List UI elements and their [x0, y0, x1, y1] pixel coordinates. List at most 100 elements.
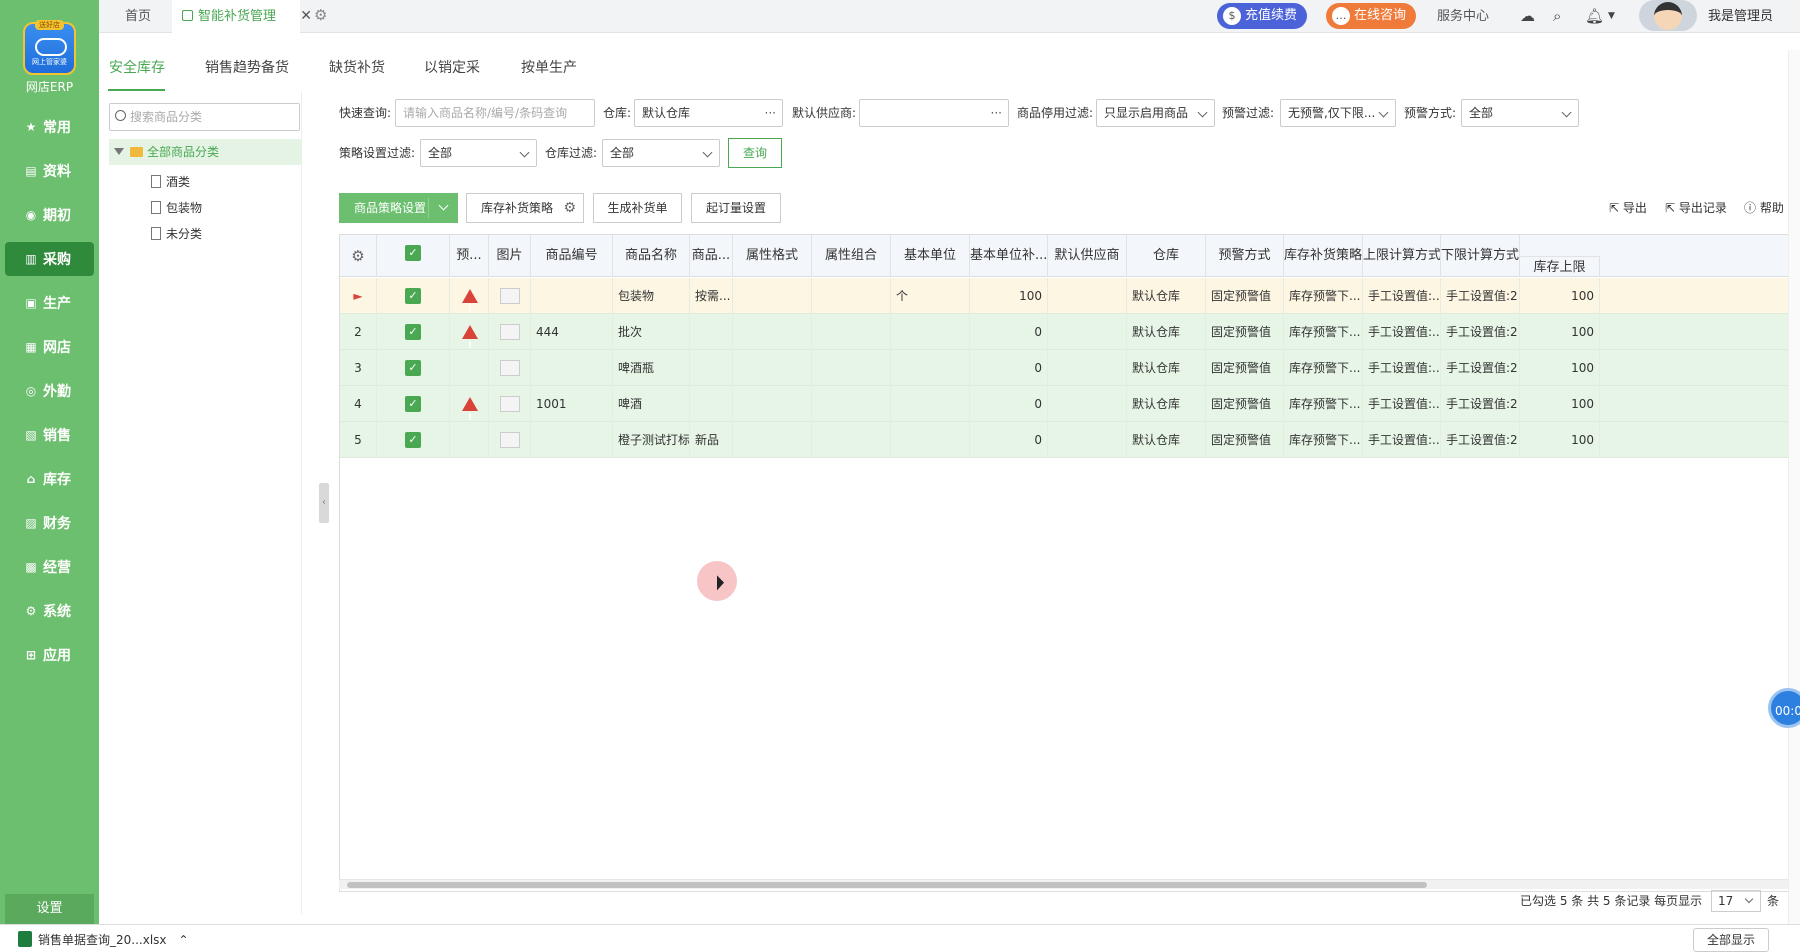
nav-item[interactable]: ⊞ 应用: [5, 638, 94, 672]
row-number[interactable]: 4: [340, 386, 377, 422]
row-checkbox[interactable]: ✓: [377, 386, 450, 422]
cell-lower[interactable]: 手工设置值:2: [1441, 350, 1520, 386]
tree-node[interactable]: 酒类: [151, 170, 190, 194]
disable-filter-select[interactable]: 只显示启用商品: [1096, 99, 1215, 127]
alert-cell[interactable]: [450, 350, 489, 386]
cell-lower[interactable]: 手工设置值:2: [1441, 386, 1520, 422]
subtab-sales-purchase[interactable]: 以销定采: [424, 57, 480, 77]
gear-icon[interactable]: ⚙: [563, 194, 576, 222]
table-row[interactable]: 4 ✓ 1001啤酒 0 默认仓库固定预警值库存预警下...手工设置值:...手工设置值…: [340, 386, 1790, 422]
col-header[interactable]: 商品编号: [531, 235, 613, 277]
cell-mode[interactable]: 固定预警值: [1206, 314, 1284, 350]
image-cell[interactable]: [489, 314, 531, 350]
min-order-button[interactable]: 起订量设置: [691, 193, 781, 223]
table-row[interactable]: ►✓包装物按需...个100默认仓库固定预警值库存预警下...手工设置值:...…: [340, 278, 1790, 314]
col-header[interactable]: 仓库: [1127, 235, 1206, 277]
image-cell[interactable]: [489, 422, 531, 458]
subtab-shortage[interactable]: 缺货补货: [329, 57, 385, 77]
cell-upper[interactable]: 手工设置值:...: [1363, 422, 1441, 458]
nav-item[interactable]: ▦ 网店: [5, 330, 94, 364]
cell-empty[interactable]: [812, 350, 891, 386]
row-number[interactable]: 5: [340, 422, 377, 458]
cell-cat[interactable]: [690, 350, 733, 386]
col-header[interactable]: 预...: [450, 235, 489, 277]
cell-strat[interactable]: 库存预警下...: [1284, 314, 1363, 350]
bell-icon[interactable]: 🔔︎: [1585, 7, 1604, 25]
chevron-down-icon[interactable]: ▼: [1608, 11, 1615, 21]
nav-item[interactable]: ◉ 期初: [5, 198, 94, 232]
col-header[interactable]: 预警方式: [1206, 235, 1284, 277]
alert-cell[interactable]: [450, 314, 489, 350]
cell-empty[interactable]: [1048, 422, 1127, 458]
cell-mode[interactable]: 固定预警值: [1206, 386, 1284, 422]
cell-empty[interactable]: [1048, 278, 1127, 314]
tree-node[interactable]: 未分类: [151, 222, 202, 246]
subtab-sales-trend[interactable]: 销售趋势备货: [205, 57, 289, 77]
recharge-button[interactable]: $ 充值续费: [1217, 3, 1308, 29]
cell-empty[interactable]: [812, 422, 891, 458]
close-icon[interactable]: ✕: [300, 0, 312, 33]
cell-empty[interactable]: [812, 386, 891, 422]
cell-upper[interactable]: 手工设置值:...: [1363, 386, 1441, 422]
cell-code[interactable]: [531, 422, 613, 458]
generate-order-button[interactable]: 生成补货单: [593, 193, 682, 223]
alert-cell[interactable]: [450, 386, 489, 422]
cell-empty[interactable]: [1048, 350, 1127, 386]
product-strategy-button[interactable]: 商品策略设置: [339, 193, 458, 223]
col-header[interactable]: 上限计算方式: [1363, 235, 1441, 277]
chevron-up-icon[interactable]: ⌃: [179, 933, 189, 947]
show-all-button[interactable]: 全部显示: [1693, 928, 1769, 952]
col-header[interactable]: 商品...: [690, 235, 733, 277]
chevron-down-icon[interactable]: [438, 200, 449, 211]
cell-empty[interactable]: [733, 278, 812, 314]
settings-button[interactable]: 设置: [5, 894, 94, 924]
cell-code[interactable]: [531, 350, 613, 386]
nav-item[interactable]: ⚙ 系统: [5, 594, 94, 628]
cell-wh[interactable]: 默认仓库: [1127, 422, 1206, 458]
cell-empty[interactable]: [733, 314, 812, 350]
cell-mode[interactable]: 固定预警值: [1206, 422, 1284, 458]
horizontal-scrollbar[interactable]: [339, 879, 1791, 889]
table-row[interactable]: 5 ✓ 橙子测试打标 新品 0 默认仓库 固定预警值 库存预警下... 手工设置值:... 手工设…: [340, 422, 1790, 458]
alert-filter-select[interactable]: 无预警,仅下限...: [1280, 99, 1396, 127]
col-header[interactable]: 属性格式: [733, 235, 812, 277]
cell-lower[interactable]: 手工设置值:2: [1441, 422, 1520, 458]
cell-qty[interactable]: 0: [970, 386, 1048, 422]
cell-max[interactable]: 100: [1520, 350, 1600, 386]
cell-empty[interactable]: [812, 314, 891, 350]
warehouse-filter-select[interactable]: 全部: [602, 139, 720, 167]
cell-strat[interactable]: 库存预警下...: [1284, 422, 1363, 458]
nav-item[interactable]: ▧ 销售: [5, 418, 94, 452]
nav-item[interactable]: ◎ 外勤: [5, 374, 94, 408]
cell-cat[interactable]: [690, 314, 733, 350]
cell-unit[interactable]: [891, 314, 970, 350]
cell-lower[interactable]: 手工设置值:2: [1441, 314, 1520, 350]
export-link[interactable]: ⇱ 导出: [1609, 199, 1647, 216]
nav-item[interactable]: ▤ 资料: [5, 154, 94, 188]
row-checkbox[interactable]: ✓: [377, 422, 450, 458]
help-link[interactable]: ⓘ 帮助: [1744, 199, 1784, 216]
panel-collapse-handle[interactable]: ‹: [319, 483, 329, 523]
cell-wh[interactable]: 默认仓库: [1127, 386, 1206, 422]
table-row[interactable]: 2 ✓ 444批次 0 默认仓库固定预警值库存预警下...手工设置值:...手工设置值:…: [340, 314, 1790, 350]
cell-name[interactable]: 批次: [613, 314, 690, 350]
cell-empty[interactable]: [733, 386, 812, 422]
col-header[interactable]: 基本单位补...: [970, 235, 1048, 277]
nav-item[interactable]: ★ 常用: [5, 110, 94, 144]
cell-name[interactable]: 啤酒: [613, 386, 690, 422]
search-icon[interactable]: ⌕: [1553, 7, 1561, 25]
nav-item[interactable]: ▨ 财务: [5, 506, 94, 540]
alert-mode-select[interactable]: 全部: [1461, 99, 1579, 127]
alert-cell[interactable]: [450, 422, 489, 458]
cell-unit[interactable]: [891, 422, 970, 458]
cell-code[interactable]: [531, 278, 613, 314]
cell-max[interactable]: 100: [1520, 422, 1600, 458]
cell-empty[interactable]: [1048, 386, 1127, 422]
cell-empty[interactable]: [1048, 314, 1127, 350]
image-cell[interactable]: [489, 278, 531, 314]
warehouse-field[interactable]: 默认仓库 ···: [634, 99, 783, 127]
download-item[interactable]: 销售单据查询_20...xlsx ⌃: [18, 931, 189, 948]
stock-strategy-button[interactable]: 库存补货策略 ⚙: [466, 193, 584, 223]
cell-qty[interactable]: 0: [970, 422, 1048, 458]
cell-empty[interactable]: [733, 422, 812, 458]
